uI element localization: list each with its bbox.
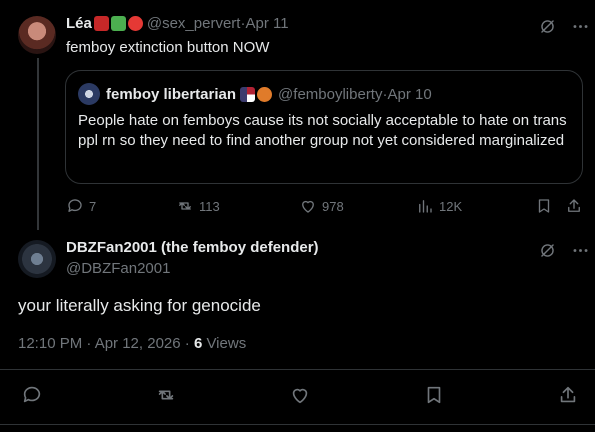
bookmark-button[interactable] <box>535 197 553 215</box>
reply-button[interactable] <box>21 384 43 411</box>
share-icon <box>560 386 576 403</box>
tweet-text: femboy extinction button NOW <box>66 39 270 56</box>
tweet-timestamp[interactable]: 12:10 PM · Apr 12, 2026 · <box>18 335 194 352</box>
us-flag-emoji-icon <box>240 86 256 102</box>
heart-icon <box>302 200 314 213</box>
quote-author-name: femboy libertarian <box>106 85 237 103</box>
quote-header: femboy libertarian @femboyliberty · Apr … <box>78 83 432 105</box>
bookmark-button[interactable] <box>423 384 445 411</box>
repost-icon <box>158 390 174 400</box>
like-count: 978 <box>322 198 344 214</box>
fox-emoji-icon <box>257 86 273 102</box>
ladybug-emoji-icon <box>93 16 109 31</box>
avatar[interactable] <box>18 16 56 54</box>
tweet-header: DBZFan2001 (the femboy defender) <box>66 239 319 256</box>
reply-icon <box>68 199 82 212</box>
repost-button[interactable] <box>155 384 177 411</box>
reply-count: 7 <box>89 198 97 214</box>
quote-date: Apr 10 <box>387 85 432 103</box>
lifebuoy-emoji-icon <box>127 16 143 31</box>
divider <box>0 424 595 425</box>
author-name[interactable]: DBZFan2001 (the femboy defender) <box>66 239 319 256</box>
author-name[interactable]: Léa <box>66 15 92 32</box>
views-count: 12K <box>439 198 463 214</box>
divider <box>0 369 595 370</box>
views-button[interactable]: 12K <box>416 197 462 215</box>
tweet-top-icons <box>538 241 590 260</box>
author-handle[interactable]: @sex_pervert <box>147 15 241 32</box>
heart-icon <box>292 388 308 404</box>
share-button[interactable] <box>565 197 583 215</box>
quote-text: People hate on femboys cause its not soc… <box>78 112 567 149</box>
tweet-text: your literally asking for genocide <box>18 296 261 315</box>
bookmark-icon <box>427 386 441 404</box>
tweet-date[interactable]: Apr 11 <box>245 15 288 32</box>
tweet-top-icons <box>538 17 590 36</box>
views-label: Views <box>202 335 247 352</box>
analytics-icon <box>419 200 432 213</box>
share-icon <box>568 199 580 212</box>
tweet-actions: 7 113 978 12K <box>66 197 586 219</box>
reply-icon <box>23 386 41 403</box>
quoted-tweet[interactable]: femboy libertarian @femboyliberty · Apr … <box>65 70 583 184</box>
grok-icon[interactable] <box>538 17 557 36</box>
tweet-actions <box>0 384 595 410</box>
avatar[interactable] <box>18 240 56 278</box>
thread-connector-line <box>37 58 39 230</box>
tweet-meta: 12:10 PM · Apr 12, 2026 · 6 Views <box>18 335 246 352</box>
avatar <box>78 83 100 105</box>
bookmark-icon <box>538 199 550 213</box>
repost-button[interactable]: 113 <box>176 197 220 215</box>
share-button[interactable] <box>557 384 579 411</box>
repost-count: 113 <box>199 198 220 214</box>
tweet-handle-row: @DBZFan2001 <box>66 260 170 277</box>
grok-icon[interactable] <box>538 241 557 260</box>
tweet-header: Léa @sex_pervert · Apr 11 <box>66 15 289 32</box>
more-icon[interactable] <box>571 241 590 260</box>
more-icon[interactable] <box>571 17 590 36</box>
author-handle[interactable]: @DBZFan2001 <box>66 260 170 277</box>
tractor-emoji-icon <box>110 16 126 31</box>
repost-icon <box>179 202 191 210</box>
reply-button[interactable]: 7 <box>66 197 96 215</box>
like-button[interactable]: 978 <box>299 197 344 215</box>
quote-author-handle: @femboyliberty <box>278 85 383 103</box>
like-button[interactable] <box>289 384 311 411</box>
